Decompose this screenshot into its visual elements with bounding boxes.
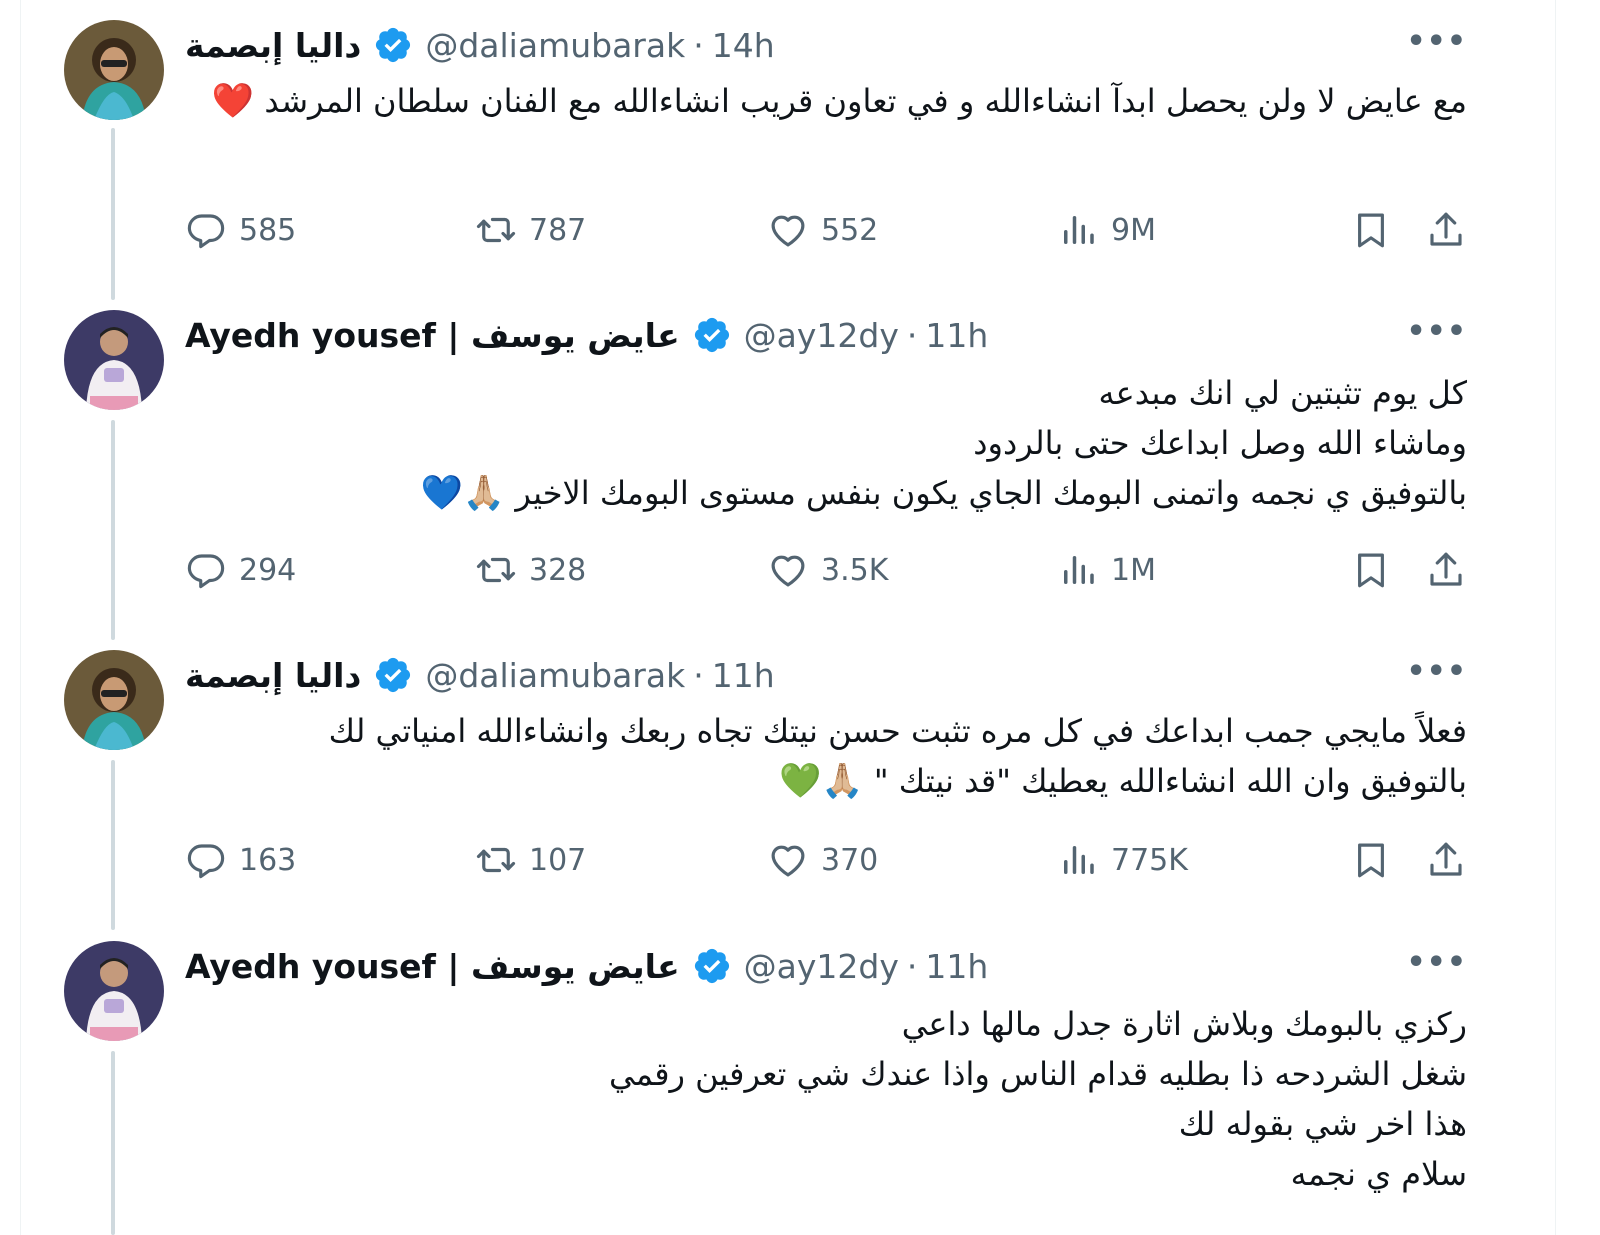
timestamp[interactable]: 11h bbox=[925, 316, 988, 355]
views-button[interactable]: 775K bbox=[1057, 835, 1188, 885]
tweet-line: وماشاء الله وصل ابداعك حتى بالردود bbox=[973, 424, 1467, 462]
tweet-emoji: 🙏🏼💙 bbox=[420, 473, 506, 513]
tweet-header: Ayedh yousef | عايض يوسف @ay12dy · 11h bbox=[185, 941, 1535, 991]
like-button[interactable]: 3.5K bbox=[767, 545, 888, 595]
retweet-button[interactable]: 107 bbox=[475, 835, 586, 885]
thread-line bbox=[111, 420, 115, 640]
tweet-text: مع عايض لا ولن يحصل ابدآ انشاءالله و في … bbox=[185, 76, 1467, 126]
verified-badge-icon bbox=[692, 946, 732, 986]
views-count: 775K bbox=[1111, 842, 1188, 878]
share-button[interactable] bbox=[1425, 205, 1467, 255]
timeline-right-border bbox=[1555, 0, 1556, 1235]
share-icon bbox=[1425, 839, 1467, 881]
bookmark-button[interactable] bbox=[1350, 205, 1392, 255]
display-name[interactable]: Ayedh yousef | عايض يوسف bbox=[185, 947, 680, 986]
tweet-body: مع عايض لا ولن يحصل ابدآ انشاءالله و في … bbox=[264, 82, 1467, 120]
reply-button[interactable]: 163 bbox=[185, 835, 296, 885]
like-button[interactable]: 370 bbox=[767, 835, 878, 885]
like-count: 552 bbox=[821, 212, 879, 248]
tweet-header: Ayedh yousef | عايض يوسف @ay12dy · 11h bbox=[185, 310, 1535, 360]
tweet-2[interactable]: Ayedh yousef | عايض يوسف @ay12dy · 11h •… bbox=[21, 290, 1555, 640]
share-button[interactable] bbox=[1425, 835, 1467, 885]
thread-line bbox=[111, 760, 115, 930]
like-button[interactable]: 552 bbox=[767, 205, 878, 255]
tweet-actions: 585 787 552 9M bbox=[185, 205, 1485, 255]
avatar-ayedh[interactable] bbox=[64, 310, 164, 410]
more-icon[interactable]: ••• bbox=[1406, 654, 1467, 689]
display-name[interactable]: داليا إبصمة bbox=[185, 656, 361, 695]
separator-dot: · bbox=[906, 315, 918, 355]
like-count: 370 bbox=[821, 842, 879, 878]
user-handle[interactable]: @ay12dy bbox=[744, 316, 899, 355]
timestamp[interactable]: 11h bbox=[925, 947, 988, 986]
reply-count: 163 bbox=[239, 842, 297, 878]
retweet-button[interactable]: 787 bbox=[475, 205, 586, 255]
views-button[interactable]: 1M bbox=[1057, 545, 1156, 595]
tweet-header: داليا إبصمة @daliamubarak · 11h bbox=[185, 650, 1535, 700]
verified-badge-icon bbox=[373, 25, 413, 65]
verified-badge-icon bbox=[692, 315, 732, 355]
views-count: 9M bbox=[1111, 212, 1156, 248]
separator-dot: · bbox=[693, 25, 704, 65]
more-icon[interactable]: ••• bbox=[1406, 314, 1467, 349]
tweet-emoji: ❤️ bbox=[211, 81, 255, 121]
verified-badge-icon bbox=[373, 655, 413, 695]
retweet-count: 107 bbox=[529, 842, 587, 878]
tweet-actions: 163 107 370 775K bbox=[185, 835, 1485, 885]
share-icon bbox=[1425, 209, 1467, 251]
timestamp[interactable]: 14h bbox=[712, 26, 775, 65]
tweet-4[interactable]: Ayedh yousef | عايض يوسف @ay12dy · 11h •… bbox=[21, 921, 1555, 1235]
tweet-line: ركزي بالبومك وبلاش اثارة جدل مالها داعي bbox=[901, 1005, 1467, 1043]
avatar-dalia[interactable] bbox=[64, 20, 164, 120]
retweet-count: 328 bbox=[529, 552, 587, 588]
tweet-line-text: بالتوفيق وان الله انشاءالله يعطيك "قد ني… bbox=[873, 762, 1467, 800]
tweet-text: ركزي بالبومك وبلاش اثارة جدل مالها داعي ش… bbox=[185, 999, 1467, 1199]
user-handle[interactable]: @ay12dy bbox=[744, 947, 899, 986]
tweet-line: شغل الشردحه ذا بطليه قدام الناس واذا عند… bbox=[609, 1055, 1467, 1093]
thread-line bbox=[111, 1051, 115, 1235]
views-count: 1M bbox=[1111, 552, 1156, 588]
tweet-line: سلام ي نجمه bbox=[1290, 1155, 1467, 1193]
share-button[interactable] bbox=[1425, 545, 1467, 595]
display-name[interactable]: Ayedh yousef | عايض يوسف bbox=[185, 316, 680, 355]
tweet-emoji: 🙏🏼💚 bbox=[779, 761, 864, 801]
tweet-line-text: بالتوفيق ي نجمه واتمنى البومك الجاي يكون… bbox=[515, 474, 1467, 512]
retweet-button[interactable]: 328 bbox=[475, 545, 586, 595]
thread-line bbox=[111, 128, 115, 300]
tweet-header: داليا إبصمة @daliamubarak · 14h bbox=[185, 20, 1535, 70]
tweet-line: بالتوفيق وان الله انشاءالله يعطيك "قد ني… bbox=[185, 756, 1467, 806]
tweet-line: كل يوم تثبتين لي انك مبدعه bbox=[1098, 374, 1468, 412]
tweet-1[interactable]: داليا إبصمة @daliamubarak · 14h ••• مع ع… bbox=[21, 0, 1555, 300]
bookmark-icon bbox=[1350, 549, 1392, 591]
views-button[interactable]: 9M bbox=[1057, 205, 1156, 255]
bookmark-button[interactable] bbox=[1350, 545, 1392, 595]
share-icon bbox=[1425, 549, 1467, 591]
bookmark-icon bbox=[1350, 209, 1392, 251]
more-icon[interactable]: ••• bbox=[1406, 24, 1467, 59]
reply-button[interactable]: 585 bbox=[185, 205, 296, 255]
avatar-dalia[interactable] bbox=[64, 650, 164, 750]
separator-dot: · bbox=[906, 946, 918, 986]
tweet-line: فعلاً مايجي جمب ابداعك في كل مره تثبت حس… bbox=[328, 712, 1467, 750]
timestamp[interactable]: 11h bbox=[712, 656, 775, 695]
separator-dot: · bbox=[693, 655, 704, 695]
display-name[interactable]: داليا إبصمة bbox=[185, 26, 361, 65]
user-handle[interactable]: @daliamubarak bbox=[425, 656, 685, 695]
tweet-text: فعلاً مايجي جمب ابداعك في كل مره تثبت حس… bbox=[185, 706, 1467, 806]
like-count: 3.5K bbox=[821, 552, 889, 588]
tweet-line: بالتوفيق ي نجمه واتمنى البومك الجاي يكون… bbox=[185, 468, 1467, 518]
bookmark-button[interactable] bbox=[1350, 835, 1392, 885]
tweet-line: هذا اخر شي بقوله لك bbox=[1178, 1105, 1467, 1143]
tweet-3[interactable]: داليا إبصمة @daliamubarak · 11h ••• فعلا… bbox=[21, 630, 1555, 930]
avatar-ayedh[interactable] bbox=[64, 941, 164, 1041]
tweet-text: كل يوم تثبتين لي انك مبدعه وماشاء الله وص… bbox=[185, 368, 1467, 518]
reply-button[interactable]: 294 bbox=[185, 545, 296, 595]
more-icon[interactable]: ••• bbox=[1406, 945, 1467, 980]
reply-count: 585 bbox=[239, 212, 297, 248]
reply-count: 294 bbox=[239, 552, 297, 588]
retweet-count: 787 bbox=[529, 212, 587, 248]
bookmark-icon bbox=[1350, 839, 1392, 881]
user-handle[interactable]: @daliamubarak bbox=[425, 26, 685, 65]
tweet-actions: 294 328 3.5K 1M bbox=[185, 545, 1485, 595]
